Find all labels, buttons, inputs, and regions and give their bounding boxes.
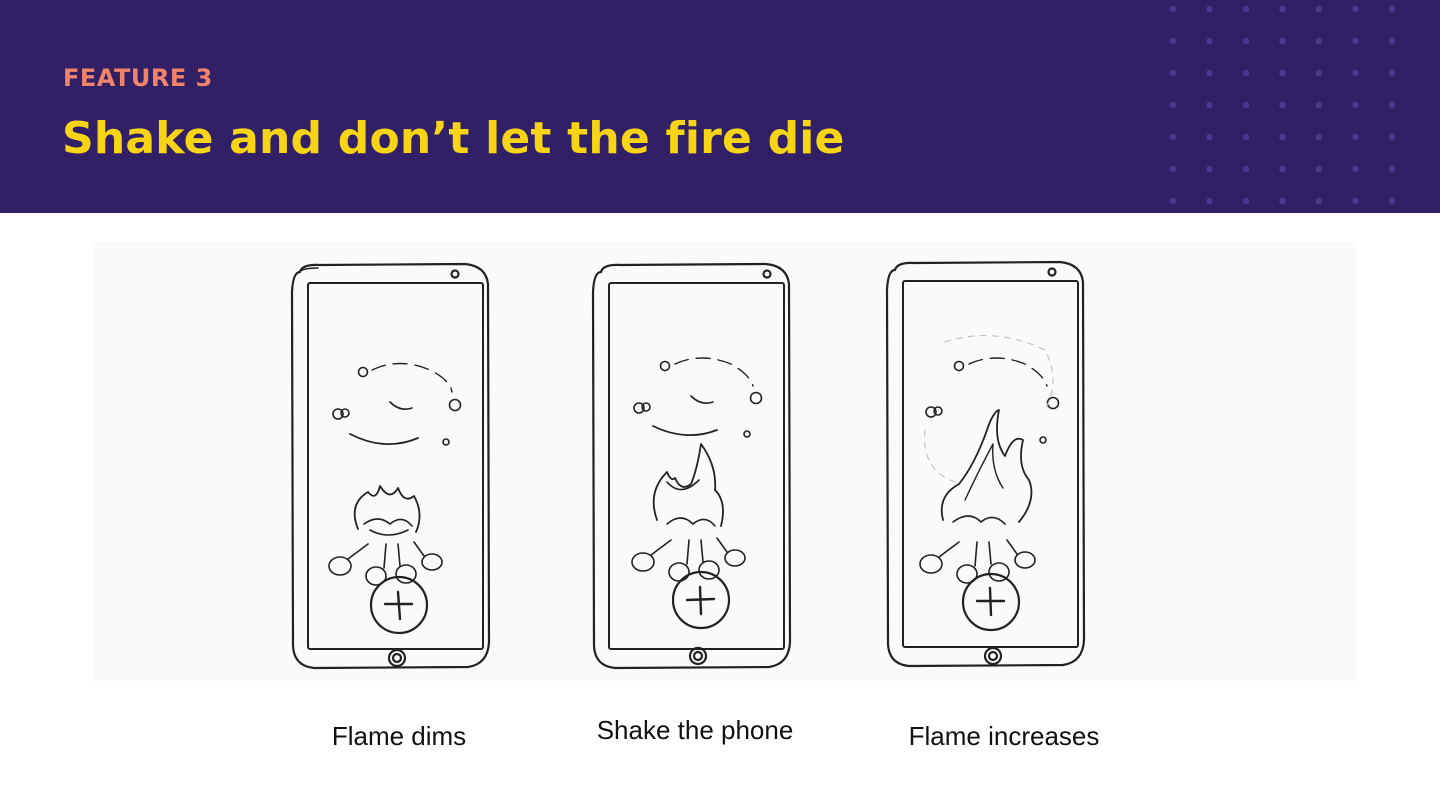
decor-dot [1352,37,1359,45]
decor-dot [1279,133,1286,141]
phone-sketches-illustration [290,260,1086,670]
decor-dot [1388,165,1396,173]
decor-dot [1206,197,1213,205]
decor-dot [1169,37,1177,45]
storyboard-sketch [93,242,1356,681]
caption-shake-phone: Shake the phone [596,715,794,745]
decor-dot [1242,5,1250,13]
decor-dot [1315,165,1323,173]
decor-dot [1315,101,1323,109]
decor-dot [1169,197,1177,205]
decor-dot [1169,101,1177,109]
decor-dot [1388,101,1396,109]
decor-dot [1169,69,1177,77]
phone-sketch-1 [290,262,491,670]
dot-grid-decoration [1169,5,1396,205]
decor-dot [1279,101,1286,109]
phone-sketch-3 [885,260,1086,668]
phone-sketch-2 [591,262,792,670]
decor-dot [1279,37,1286,45]
decor-dot [1315,197,1323,205]
home-button-icon [983,646,1003,666]
decor-dot [1352,101,1359,109]
decor-dot [1279,165,1286,173]
decor-dot [1388,133,1396,141]
decor-dot [1242,37,1250,45]
decor-dot [1279,5,1286,13]
decor-dot [1388,197,1396,205]
plus-icon [369,575,429,635]
decor-dot [1206,37,1213,45]
plus-icon [671,570,731,630]
decor-dot [1242,133,1250,141]
decor-dot [1206,69,1213,77]
decor-dot [1388,37,1396,45]
decor-dot [1315,5,1323,13]
decor-dot [1352,69,1359,77]
home-button-icon [387,648,407,668]
decor-dot [1206,165,1213,173]
decor-dot [1352,165,1359,173]
decor-dot [1242,165,1250,173]
decor-dot [1206,101,1213,109]
decor-dot [1315,133,1323,141]
caption-flame-dims: Flame dims [331,721,467,751]
feature-eyebrow: FEATURE 3 [63,64,213,92]
decor-dot [1352,197,1359,205]
decor-dot [1169,165,1177,173]
decor-dot [1388,5,1396,13]
slide-header: FEATURE 3 Shake and don’t let the fire d… [0,0,1440,213]
decor-dot [1315,37,1323,45]
decor-dot [1206,133,1213,141]
plus-icon [961,572,1021,632]
campfire-icon [919,409,1036,584]
slide-title: Shake and don’t let the fire die [62,113,845,164]
decor-dot [1242,197,1250,205]
caption-flame-increases: Flame increases [908,721,1100,751]
decor-dot [1169,133,1177,141]
campfire-icon [328,485,443,586]
decor-dot [1242,101,1250,109]
decor-dot [1169,5,1177,13]
decor-dot [1352,133,1359,141]
decor-dot [1206,5,1213,13]
decor-dot [1242,69,1250,77]
decor-dot [1315,69,1323,77]
decor-dot [1388,69,1396,77]
decor-dot [1352,5,1359,13]
home-button-icon [688,646,708,666]
campfire-icon [631,443,746,582]
decor-dot [1279,197,1286,205]
decor-dot [1279,69,1286,77]
